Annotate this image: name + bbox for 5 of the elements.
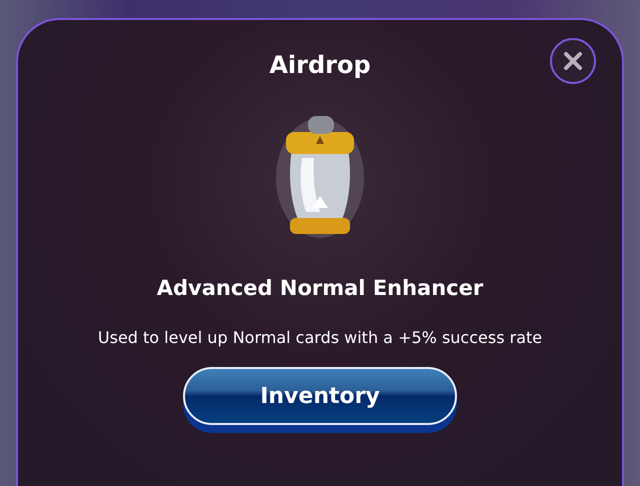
item-description: Used to level up Normal cards with a +5% success rate — [98, 328, 542, 347]
close-button[interactable] — [550, 38, 596, 84]
close-icon — [563, 51, 583, 71]
dialog-title: Airdrop — [269, 50, 371, 81]
item-name: Advanced Normal Enhancer — [156, 276, 484, 300]
